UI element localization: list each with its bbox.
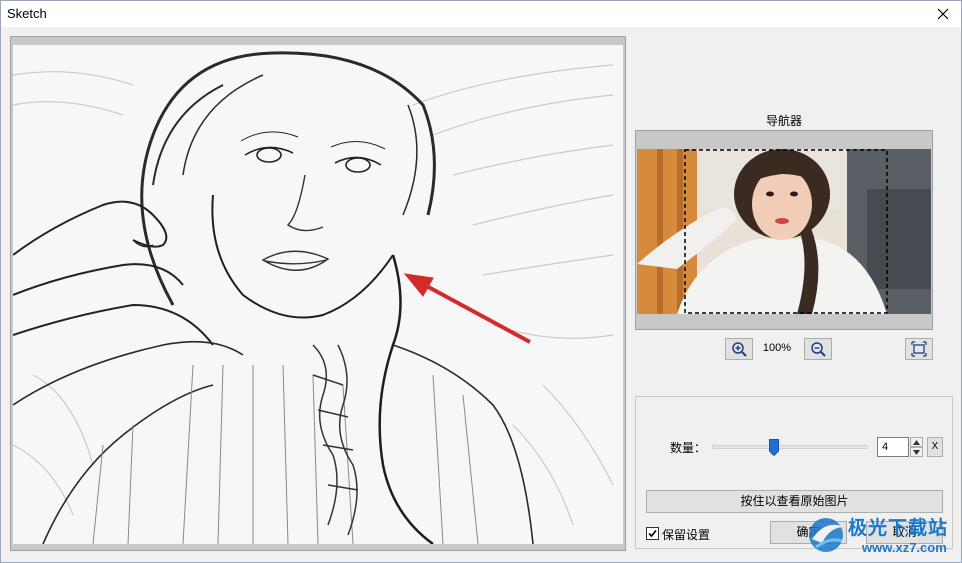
zoom-in-button[interactable] <box>725 338 753 360</box>
amount-increment-button[interactable] <box>910 437 923 447</box>
zoom-in-icon <box>732 342 747 357</box>
title-bar: Sketch <box>1 1 961 27</box>
window-title: Sketch <box>7 6 47 21</box>
watermark-url: www.xz7.com <box>862 540 947 555</box>
watermark-title: 极光下载站 <box>848 518 949 539</box>
navigator-label: 导航器 <box>765 114 802 128</box>
zoom-level: 100% <box>762 342 792 354</box>
close-icon <box>937 8 949 20</box>
sketch-dialog: Sketch 导航器 100% 数量： 4 X 按住以查看原始图片 保留设置 确… <box>0 0 962 563</box>
reset-amount-button[interactable]: X <box>927 437 943 457</box>
preview-panel <box>10 36 626 551</box>
amount-slider-thumb[interactable] <box>769 439 780 456</box>
amount-slider-track[interactable] <box>712 445 868 449</box>
keep-settings-checkbox[interactable] <box>646 527 659 540</box>
down-arrow-icon <box>913 449 920 455</box>
up-arrow-icon <box>913 439 920 445</box>
amount-input[interactable]: 4 <box>877 437 909 457</box>
navigator-thumbnail[interactable] <box>637 149 931 314</box>
close-button[interactable] <box>925 1 961 27</box>
sketch-preview-image[interactable] <box>13 45 623 544</box>
view-original-button[interactable]: 按住以查看原始图片 <box>646 490 943 513</box>
sketch-drawing <box>13 45 623 544</box>
watermark: 极光下载站 www.xz7.com <box>804 511 960 561</box>
zoom-out-button[interactable] <box>804 338 832 360</box>
watermark-logo-icon <box>809 518 844 552</box>
fit-to-window-icon <box>911 341 927 357</box>
amount-decrement-button[interactable] <box>910 447 923 457</box>
keep-settings-label[interactable]: 保留设置 <box>662 526 710 543</box>
navigator-photo <box>637 149 931 314</box>
amount-label: 数量： <box>670 441 707 455</box>
fit-to-window-button[interactable] <box>905 338 933 360</box>
checkmark-icon <box>648 529 657 538</box>
navigator-panel <box>635 130 933 330</box>
zoom-out-icon <box>811 342 826 357</box>
